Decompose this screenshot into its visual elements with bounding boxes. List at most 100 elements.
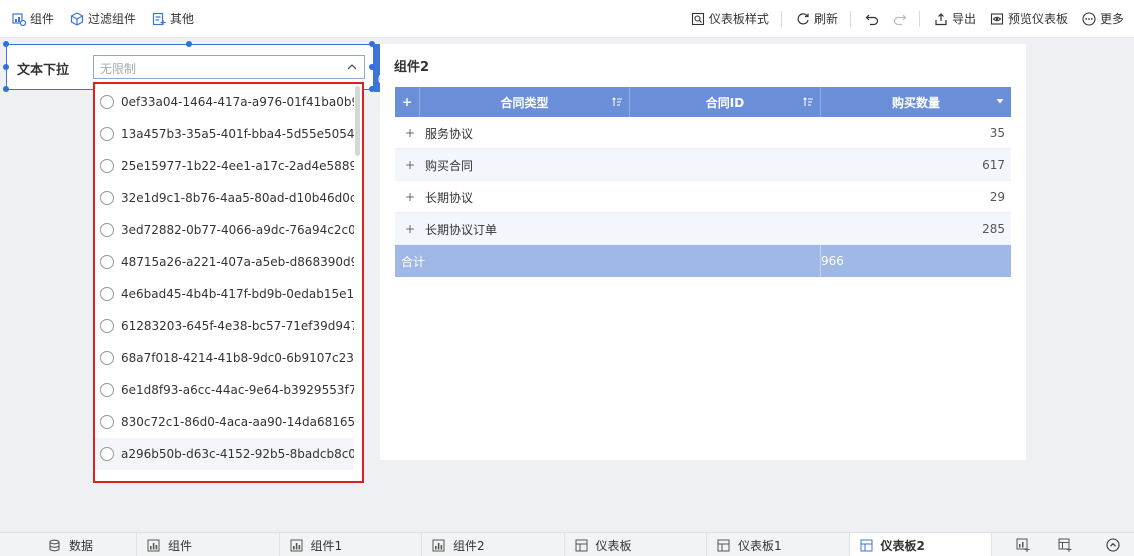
list-item[interactable]: 48715a26-a221-407a-a5eb-d868390d9b36 bbox=[95, 246, 354, 278]
list-item[interactable]: 32e1d9c1-8b76-4aa5-80ad-d10b46d0cf8a bbox=[95, 182, 354, 214]
component2-widget[interactable]: 组件2 + 合同类型 合同ID 购买数量 + 服务协议 35 + 购买合同 617 bbox=[380, 44, 1026, 460]
collapse-tabs-button[interactable] bbox=[1102, 534, 1124, 556]
tab-tools bbox=[992, 533, 1134, 556]
resize-handle[interactable] bbox=[186, 41, 192, 47]
add-chart-icon bbox=[1016, 538, 1030, 552]
list-item[interactable]: 25e15977-1b22-4ee1-a17c-2ad4e5889ac0 bbox=[95, 150, 354, 182]
resize-handle[interactable] bbox=[3, 64, 9, 70]
total-label: 合计 bbox=[395, 245, 821, 277]
option-label: 32e1d9c1-8b76-4aa5-80ad-d10b46d0cf8a bbox=[121, 191, 354, 205]
expand-row-icon[interactable]: + bbox=[403, 126, 417, 140]
list-item[interactable]: 13a457b3-35a5-401f-bba4-5d55e5054a88 bbox=[95, 118, 354, 150]
add-dashboard-tab-button[interactable] bbox=[1054, 534, 1076, 556]
header-purchase-qty[interactable]: 购买数量 bbox=[821, 87, 1011, 117]
table-row[interactable]: + 长期协议 29 bbox=[395, 181, 1011, 213]
toolbar-divider bbox=[849, 10, 851, 27]
row-type: 购买合同 bbox=[425, 158, 474, 173]
chart-icon bbox=[147, 539, 160, 551]
more-icon bbox=[1082, 11, 1096, 26]
row-qty: 35 bbox=[989, 126, 1005, 140]
radio-button[interactable] bbox=[100, 287, 114, 301]
row-type: 长期协议 bbox=[425, 190, 474, 205]
toolbar: 组件 过滤组件 其他 仪表板样式 刷新 导出 预览仪表板 更多 bbox=[0, 0, 1134, 38]
add-dashboard-icon bbox=[1058, 538, 1072, 552]
radio-button[interactable] bbox=[100, 383, 114, 397]
tab-dashboard2[interactable]: 仪表板2 bbox=[849, 533, 992, 556]
undo-button[interactable] bbox=[865, 8, 879, 30]
list-item[interactable]: 3ed72882-0b77-4066-a9dc-76a94c2c0236 bbox=[95, 214, 354, 246]
redo-button[interactable] bbox=[893, 8, 907, 30]
list-item[interactable]: 4e6bad45-4b4b-417f-bd9b-0edab15e1b65 bbox=[95, 278, 354, 310]
tab-component2[interactable]: 组件2 bbox=[422, 533, 565, 556]
row-type: 服务协议 bbox=[425, 126, 474, 141]
list-item[interactable]: 6e1d8f93-a6cc-44ac-9e64-b3929553f7d8 bbox=[95, 374, 354, 406]
expand-row-icon[interactable]: + bbox=[403, 222, 417, 236]
radio-button[interactable] bbox=[100, 191, 114, 205]
component-button[interactable]: 组件 bbox=[12, 8, 54, 30]
list-item[interactable]: 830c72c1-86d0-4aca-aa90-14da68165833 bbox=[95, 406, 354, 438]
component-label: 组件 bbox=[30, 12, 55, 26]
tab-label: 仪表板2 bbox=[880, 538, 925, 553]
option-label: 13a457b3-35a5-401f-bba4-5d55e5054a88 bbox=[121, 127, 354, 141]
export-button[interactable]: 导出 bbox=[934, 8, 976, 30]
header-contract-id[interactable]: 合同ID bbox=[630, 87, 821, 117]
dashboard-icon bbox=[860, 539, 872, 551]
dashboard-style-label: 仪表板样式 bbox=[708, 12, 769, 26]
table-row[interactable]: + 服务协议 35 bbox=[395, 117, 1011, 149]
radio-button[interactable] bbox=[100, 127, 114, 141]
dropdown-scrollbar[interactable] bbox=[355, 86, 360, 156]
tab-data[interactable]: 数据 bbox=[0, 533, 137, 556]
dashboard-style-button[interactable]: 仪表板样式 bbox=[691, 8, 769, 30]
row-type: 长期协议订单 bbox=[425, 222, 498, 237]
filter-dropdown-list[interactable]: 0ef33a04-1464-417a-a976-01f41ba0b97e 13a… bbox=[93, 82, 364, 483]
sort-icon[interactable] bbox=[611, 96, 623, 108]
filter-component-button[interactable]: 过滤组件 bbox=[70, 8, 136, 30]
radio-button[interactable] bbox=[100, 95, 114, 109]
export-label: 导出 bbox=[951, 12, 976, 26]
list-item[interactable]: a296b50b-d63c-4152-92b5-8badcb8c0f5e bbox=[95, 438, 354, 470]
other-button[interactable]: 其他 bbox=[152, 8, 194, 30]
option-label: 3ed72882-0b77-4066-a9dc-76a94c2c0236 bbox=[121, 223, 354, 237]
header-contract-type-label: 合同类型 bbox=[500, 95, 549, 110]
option-label: 68a7f018-4214-41b8-9dc0-6b9107c23186 bbox=[121, 351, 354, 365]
dashboard-style-icon bbox=[691, 12, 704, 25]
caret-down-icon[interactable] bbox=[995, 96, 1005, 106]
tab-component1[interactable]: 组件1 bbox=[280, 533, 422, 556]
table-header-row: + 合同类型 合同ID 购买数量 bbox=[395, 87, 1011, 117]
chart-icon bbox=[290, 539, 302, 551]
expand-row-icon[interactable]: + bbox=[403, 158, 417, 172]
tab-label: 组件 bbox=[168, 538, 193, 553]
more-button[interactable]: 更多 bbox=[1082, 8, 1124, 30]
plus-icon: + bbox=[401, 95, 413, 109]
header-contract-type[interactable]: 合同类型 bbox=[420, 87, 630, 117]
list-item[interactable]: 68a7f018-4214-41b8-9dc0-6b9107c23186 bbox=[95, 342, 354, 374]
tab-dashboard[interactable]: 仪表板 bbox=[565, 533, 707, 556]
refresh-button[interactable]: 刷新 bbox=[796, 8, 838, 30]
expand-all-button[interactable]: + bbox=[395, 87, 420, 117]
preview-dashboard-button[interactable]: 预览仪表板 bbox=[990, 8, 1068, 30]
radio-button[interactable] bbox=[100, 255, 114, 269]
radio-button[interactable] bbox=[100, 159, 114, 173]
preview-dashboard-label: 预览仪表板 bbox=[1007, 12, 1068, 26]
radio-button[interactable] bbox=[100, 415, 114, 429]
radio-button[interactable] bbox=[100, 351, 114, 365]
filter-select[interactable]: 无限制 bbox=[93, 55, 365, 79]
tab-dashboard1[interactable]: 仪表板1 bbox=[707, 533, 850, 556]
resize-handle[interactable] bbox=[3, 86, 9, 92]
tab-label: 仪表板1 bbox=[738, 538, 782, 553]
radio-button[interactable] bbox=[100, 447, 114, 461]
sort-icon[interactable] bbox=[802, 96, 814, 108]
resize-handle[interactable] bbox=[3, 41, 9, 47]
expand-row-icon[interactable]: + bbox=[403, 190, 417, 204]
radio-button[interactable] bbox=[100, 319, 114, 333]
option-label: 48715a26-a221-407a-a5eb-d868390d9b36 bbox=[121, 255, 354, 269]
bottom-tab-bar: 数据 组件 组件1 组件2 仪表板 仪表板1 仪表板2 bbox=[0, 532, 1134, 556]
tab-component[interactable]: 组件 bbox=[137, 533, 280, 556]
table-row[interactable]: + 长期协议订单 285 bbox=[395, 213, 1011, 245]
radio-button[interactable] bbox=[100, 223, 114, 237]
row-qty: 285 bbox=[982, 222, 1005, 236]
list-item[interactable]: 61283203-645f-4e38-bc57-71ef39d947bd bbox=[95, 310, 354, 342]
add-component-tab-button[interactable] bbox=[1012, 534, 1034, 556]
table-row[interactable]: + 购买合同 617 bbox=[395, 149, 1011, 181]
list-item[interactable]: 0ef33a04-1464-417a-a976-01f41ba0b97e bbox=[95, 86, 354, 118]
